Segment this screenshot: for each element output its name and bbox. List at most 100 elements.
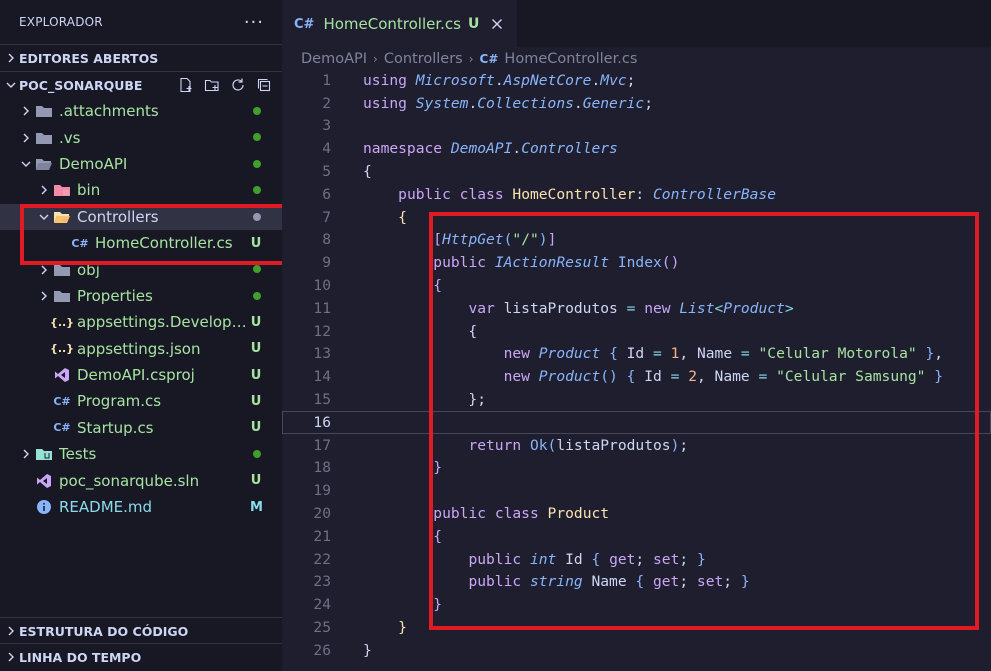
code-line[interactable]: 5{	[282, 160, 991, 183]
tree-item[interactable]: Properties	[0, 283, 282, 309]
line-number: 22	[313, 550, 331, 568]
code-line[interactable]: 19	[282, 479, 991, 502]
chevron-down-icon	[18, 156, 34, 172]
code-line[interactable]: 8 [HttpGet("/")]	[282, 229, 991, 252]
code-line[interactable]: 15 };	[282, 388, 991, 411]
chevron-right-icon	[36, 182, 52, 198]
chevron-down-icon	[4, 78, 18, 92]
outline-section[interactable]: ESTRUTURA DO CÓDIGO	[0, 617, 282, 644]
breadcrumb-item-file[interactable]: HomeController.cs	[504, 51, 637, 67]
explorer-header: EXPLORADOR ···	[0, 0, 282, 44]
tree-item[interactable]: obj	[0, 256, 282, 282]
tree-item[interactable]: C# Startup.cs U	[0, 415, 282, 441]
code-line[interactable]: 26}	[282, 639, 991, 662]
project-section[interactable]: POC_SONARQUBE	[0, 71, 282, 98]
chevron-right-icon: ›	[468, 52, 474, 66]
refresh-icon[interactable]	[229, 77, 246, 94]
code-line[interactable]: 16	[282, 410, 991, 434]
code-line[interactable]: 7 {	[282, 206, 991, 229]
new-folder-icon[interactable]	[203, 77, 220, 94]
tree-item[interactable]: DemoAPI	[0, 151, 282, 177]
code-line[interactable]: 9 public IActionResult Index()	[282, 251, 991, 274]
project-label: POC_SONARQUBE	[19, 77, 143, 93]
open-editors-label: EDITORES ABERTOS	[19, 50, 159, 66]
line-number: 26	[313, 641, 331, 659]
code-line[interactable]: 18 }	[282, 457, 991, 480]
tree-item[interactable]: poc_sonarqube.sln U	[0, 467, 282, 493]
line-number: 14	[313, 368, 331, 386]
code-editor[interactable]: 1 using Microsoft.AspNetCore.Mvc; 2 using S…	[282, 69, 991, 662]
tree-item[interactable]: DemoAPI.csproj U	[0, 362, 282, 388]
tree-item-label: DemoAPI.csproj	[77, 366, 195, 385]
close-icon[interactable]	[489, 16, 505, 32]
code-text: }	[363, 641, 372, 659]
tree-item-label: Tests	[59, 445, 97, 464]
tree-item[interactable]: bin	[0, 177, 282, 203]
tree-item-label: .attachments	[59, 102, 159, 121]
tree-item[interactable]: Controllers	[0, 203, 282, 230]
open-editors-section[interactable]: EDITORES ABERTOS	[0, 44, 282, 71]
code-line[interactable]: 2 using System.Collections.Generic;	[282, 92, 991, 115]
code-line[interactable]: 3	[282, 115, 991, 138]
git-status-dot	[253, 186, 261, 195]
tree-item[interactable]: {..} appsettings.Developme... U	[0, 309, 282, 335]
code-line[interactable]: 6 public class HomeController: Controlle…	[282, 183, 991, 206]
git-status-dot	[253, 450, 261, 459]
folder-icon	[52, 288, 72, 304]
breadcrumb-item-controllers[interactable]: Controllers	[384, 51, 463, 67]
git-status-dot	[253, 212, 261, 221]
code-line[interactable]: 14 new Product() { Id = 2, Name = "Celul…	[282, 365, 991, 388]
line-number: 6	[322, 185, 331, 203]
explorer-title: EXPLORADOR	[19, 15, 103, 29]
code-text: return Ok(listaProdutos);	[468, 436, 689, 454]
code-text: public int Id { get; set; }	[468, 550, 706, 568]
code-line[interactable]: 24 }	[282, 593, 991, 616]
tree-item[interactable]: .vs	[0, 124, 282, 150]
line-number: 20	[313, 505, 331, 523]
chevron-right-icon	[36, 262, 52, 278]
collapse-all-icon[interactable]	[255, 77, 272, 94]
csharp-icon: C#	[479, 52, 499, 66]
tree-item[interactable]: C# HomeController.cs U	[0, 230, 282, 256]
git-status-badge: M	[250, 499, 263, 515]
code-line[interactable]: 23 public string Name { get; set; }	[282, 571, 991, 594]
tree-item[interactable]: {..} appsettings.json U	[0, 336, 282, 362]
chevron-down-icon	[36, 209, 52, 225]
tree-item[interactable]: C# Program.cs U	[0, 388, 282, 414]
code-line[interactable]: 12 {	[282, 320, 991, 343]
tree-item[interactable]: README.md M	[0, 494, 282, 520]
csharp-icon: C#	[53, 394, 71, 408]
code-line[interactable]: 1 using Microsoft.AspNetCore.Mvc;	[282, 69, 991, 92]
line-number: 19	[313, 482, 331, 500]
csharp-icon: C#	[53, 421, 71, 435]
code-line[interactable]: 20 public class Product	[282, 502, 991, 525]
code-line[interactable]: 21 {	[282, 525, 991, 548]
more-actions-icon[interactable]: ···	[244, 12, 264, 33]
code-text: {	[433, 277, 443, 295]
code-line[interactable]: 4 namespace DemoAPI.Controllers	[282, 137, 991, 160]
tree-item-label: poc_sonarqube.sln	[59, 471, 200, 490]
tree-item-label: Startup.cs	[77, 418, 154, 437]
code-line[interactable]: 25 }	[282, 616, 991, 639]
new-file-icon[interactable]	[177, 77, 194, 94]
code-line[interactable]: 11 var listaProdutos = new List<Product>	[282, 297, 991, 320]
code-text: [HttpGet("/")]	[433, 231, 557, 249]
timeline-section[interactable]: LINHA DO TEMPO	[0, 643, 282, 670]
code-line[interactable]: 13 new Product { Id = 1, Name = "Celular…	[282, 343, 991, 366]
tab-homecontroller[interactable]: C# HomeController.cs U	[282, 0, 518, 47]
editor-area: C# HomeController.cs U DemoAPI › Control…	[282, 0, 991, 671]
breadcrumb-item-demoapi[interactable]: DemoAPI	[301, 51, 367, 67]
tree-item-label: Program.cs	[77, 392, 162, 411]
code-text: public IActionResult Index()	[433, 254, 680, 272]
tree-item[interactable]: .attachments	[0, 98, 282, 124]
tree-item-label: README.md	[59, 498, 153, 517]
code-line[interactable]: 17 return Ok(listaProdutos);	[282, 434, 991, 457]
tree-item[interactable]: Tests	[0, 441, 282, 467]
code-line[interactable]: 10 {	[282, 274, 991, 297]
folder-controllers-icon	[52, 209, 72, 225]
line-number: 5	[322, 163, 331, 181]
code-line[interactable]: 22 public int Id { get; set; }	[282, 548, 991, 571]
